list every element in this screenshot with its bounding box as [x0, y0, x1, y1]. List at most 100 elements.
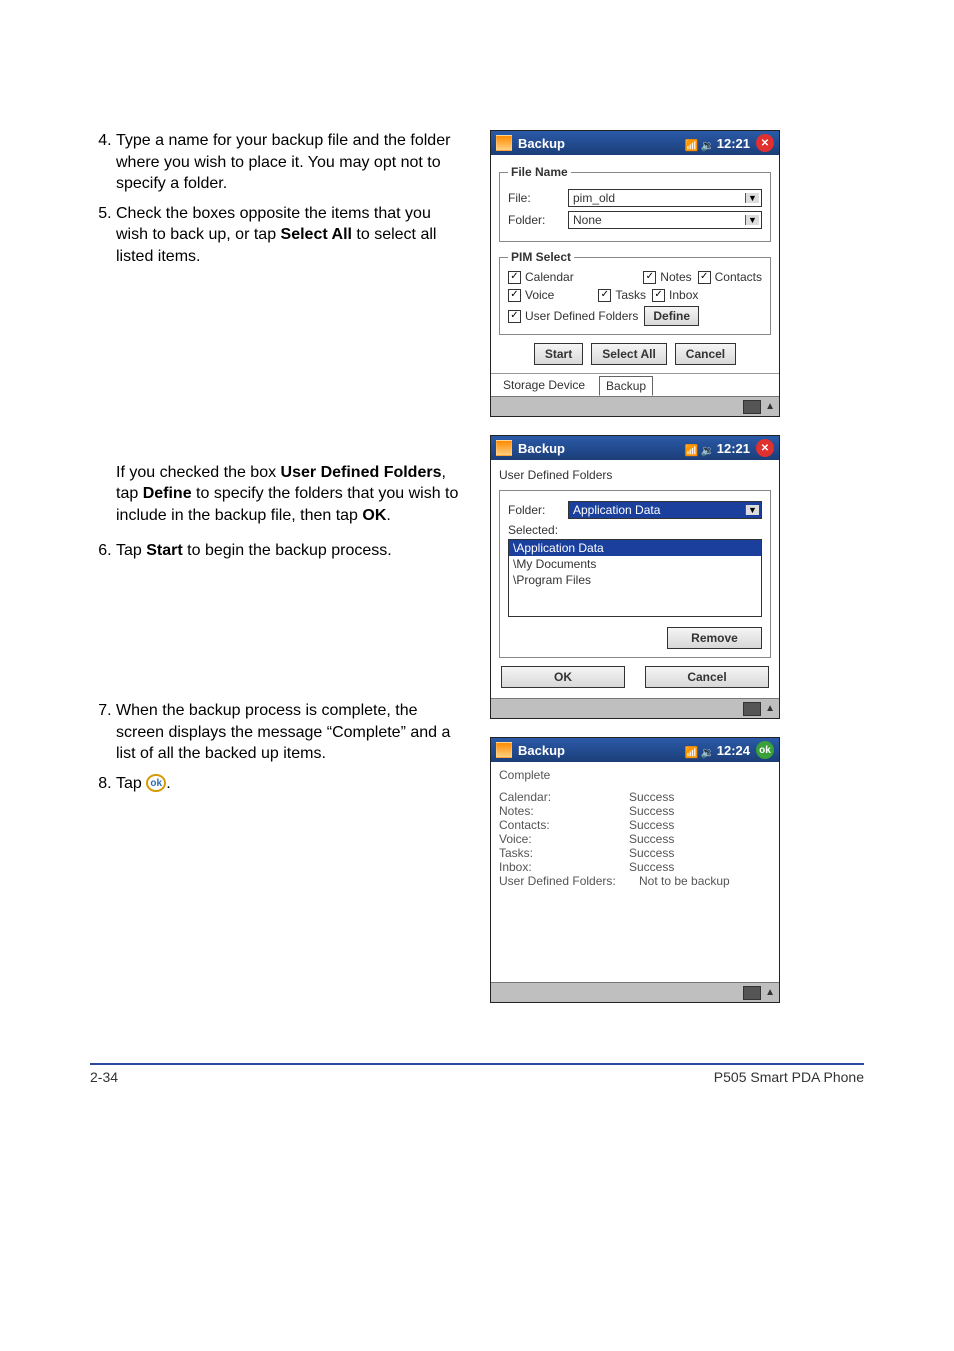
step-8-c: .: [166, 775, 170, 792]
checkbox-user-defined-folders[interactable]: ✓User Defined Folders: [508, 309, 638, 323]
udf-fieldset: Folder: Application Data ▼ Selected: \Ap…: [499, 490, 771, 658]
clock-text: 12:21: [717, 441, 750, 456]
screenshot-user-defined-folders: Backup 12:21 ✕ User Defined Folders Fold…: [490, 435, 780, 719]
define-button[interactable]: Define: [644, 306, 699, 326]
result-key: User Defined Folders:: [499, 874, 639, 888]
signal-icon: [685, 744, 697, 756]
step-5-note: If you checked the box User Defined Fold…: [116, 462, 460, 527]
cancel-button[interactable]: Cancel: [675, 343, 736, 365]
keyboard-icon[interactable]: [743, 400, 761, 414]
file-combo[interactable]: pim_old ▼: [568, 189, 762, 207]
result-row: Inbox:Success: [499, 860, 771, 874]
list-item[interactable]: \Program Files: [509, 572, 761, 588]
result-row: Calendar:Success: [499, 790, 771, 804]
app-icon: [496, 135, 512, 151]
app-icon: [496, 742, 512, 758]
instruction-column: Type a name for your backup file and the…: [90, 130, 460, 1003]
ok-icon[interactable]: ok: [756, 741, 774, 759]
screenshot-backup-main: Backup 12:21 ✕ File Name File:: [490, 130, 780, 417]
start-button[interactable]: Start: [534, 343, 583, 365]
result-key: Tasks:: [499, 846, 629, 860]
checkbox-notes[interactable]: ✓Notes: [643, 270, 691, 284]
select-all-button[interactable]: Select All: [591, 343, 667, 365]
list-item[interactable]: \Application Data: [509, 540, 761, 556]
result-val: Success: [629, 832, 674, 846]
tab-backup[interactable]: Backup: [599, 376, 653, 396]
chk-label: User Defined Folders: [525, 309, 638, 323]
step-4: Type a name for your backup file and the…: [116, 130, 460, 195]
chevron-down-icon[interactable]: ▼: [745, 215, 759, 225]
pim-select-fieldset: PIM Select ✓Calendar ✓Notes ✓Contacts ✓V…: [499, 250, 771, 335]
tab-storage-device[interactable]: Storage Device: [497, 376, 591, 396]
chk-label: Voice: [525, 288, 554, 302]
close-icon[interactable]: ✕: [756, 439, 774, 457]
screenshot-complete: Backup 12:24 ok Complete Calendar:Succes…: [490, 737, 780, 1003]
step-7: When the backup process is complete, the…: [116, 700, 460, 765]
note-g: .: [386, 507, 390, 524]
step-5: Check the boxes opposite the items that …: [116, 203, 460, 527]
tab-strip: Storage Device Backup: [491, 373, 779, 396]
keyboard-icon[interactable]: [743, 986, 761, 1000]
note-define: Define: [143, 485, 192, 502]
chevron-down-icon[interactable]: ▼: [745, 193, 759, 203]
sip-up-icon[interactable]: ▲: [765, 703, 775, 714]
checkbox-tasks[interactable]: ✓Tasks: [598, 288, 646, 302]
result-row: Notes:Success: [499, 804, 771, 818]
selected-label: Selected:: [508, 523, 762, 537]
clock-text: 12:24: [717, 743, 750, 758]
page-number: 2-34: [90, 1069, 118, 1085]
folder-combo[interactable]: None ▼: [568, 211, 762, 229]
status-icons: 12:21: [685, 441, 750, 456]
sound-icon: [701, 137, 713, 149]
file-label: File:: [508, 191, 560, 205]
chevron-down-icon[interactable]: ▼: [745, 505, 759, 515]
checkbox-inbox[interactable]: ✓Inbox: [652, 288, 698, 302]
step-5-bold: Select All: [281, 226, 352, 243]
chk-label: Contacts: [715, 270, 762, 284]
udf-folder-combo[interactable]: Application Data ▼: [568, 501, 762, 519]
folder-label: Folder:: [508, 213, 560, 227]
result-row: Voice:Success: [499, 832, 771, 846]
result-val: Not to be backup: [639, 874, 730, 888]
result-val: Success: [629, 818, 674, 832]
cancel-button[interactable]: Cancel: [645, 666, 769, 688]
window-title: Backup: [518, 136, 565, 151]
ok-button[interactable]: OK: [501, 666, 625, 688]
step-6: Tap Start to begin the backup process.: [116, 540, 460, 692]
bottom-bar: ▲: [491, 396, 779, 416]
udf-folder-value: Application Data: [573, 503, 660, 517]
list-item[interactable]: \My Documents: [509, 556, 761, 572]
screenshot-column: Backup 12:21 ✕ File Name File:: [490, 130, 864, 1003]
result-val: Success: [629, 790, 674, 804]
chk-label: Notes: [660, 270, 691, 284]
chk-label: Tasks: [615, 288, 646, 302]
sip-up-icon[interactable]: ▲: [765, 987, 775, 998]
close-icon[interactable]: ✕: [756, 134, 774, 152]
selected-listbox[interactable]: \Application Data \My Documents \Program…: [508, 539, 762, 617]
page-footer: 2-34 P505 Smart PDA Phone: [90, 1063, 864, 1085]
chk-label: Calendar: [525, 270, 574, 284]
result-key: Voice:: [499, 832, 629, 846]
remove-button[interactable]: Remove: [667, 627, 762, 649]
sound-icon: [701, 442, 713, 454]
result-key: Contacts:: [499, 818, 629, 832]
step-8: Tap ok.: [116, 773, 460, 795]
bottom-bar: ▲: [491, 982, 779, 1002]
result-val: Success: [629, 804, 674, 818]
sip-up-icon[interactable]: ▲: [765, 401, 775, 412]
filename-fieldset: File Name File: pim_old ▼ Folder: None: [499, 165, 771, 242]
result-val: Success: [629, 846, 674, 860]
checkbox-voice[interactable]: ✓Voice: [508, 288, 554, 302]
result-key: Notes:: [499, 804, 629, 818]
checkbox-calendar[interactable]: ✓Calendar: [508, 270, 574, 284]
chk-label: Inbox: [669, 288, 698, 302]
status-icons: 12:24: [685, 743, 750, 758]
result-row: Tasks:Success: [499, 846, 771, 860]
titlebar: Backup 12:21 ✕: [491, 131, 779, 155]
step-6-c: to begin the backup process.: [183, 542, 392, 559]
checkbox-contacts[interactable]: ✓Contacts: [698, 270, 762, 284]
status-icons: 12:21: [685, 136, 750, 151]
step-6-a: Tap: [116, 542, 146, 559]
keyboard-icon[interactable]: [743, 702, 761, 716]
filename-legend: File Name: [508, 165, 571, 179]
